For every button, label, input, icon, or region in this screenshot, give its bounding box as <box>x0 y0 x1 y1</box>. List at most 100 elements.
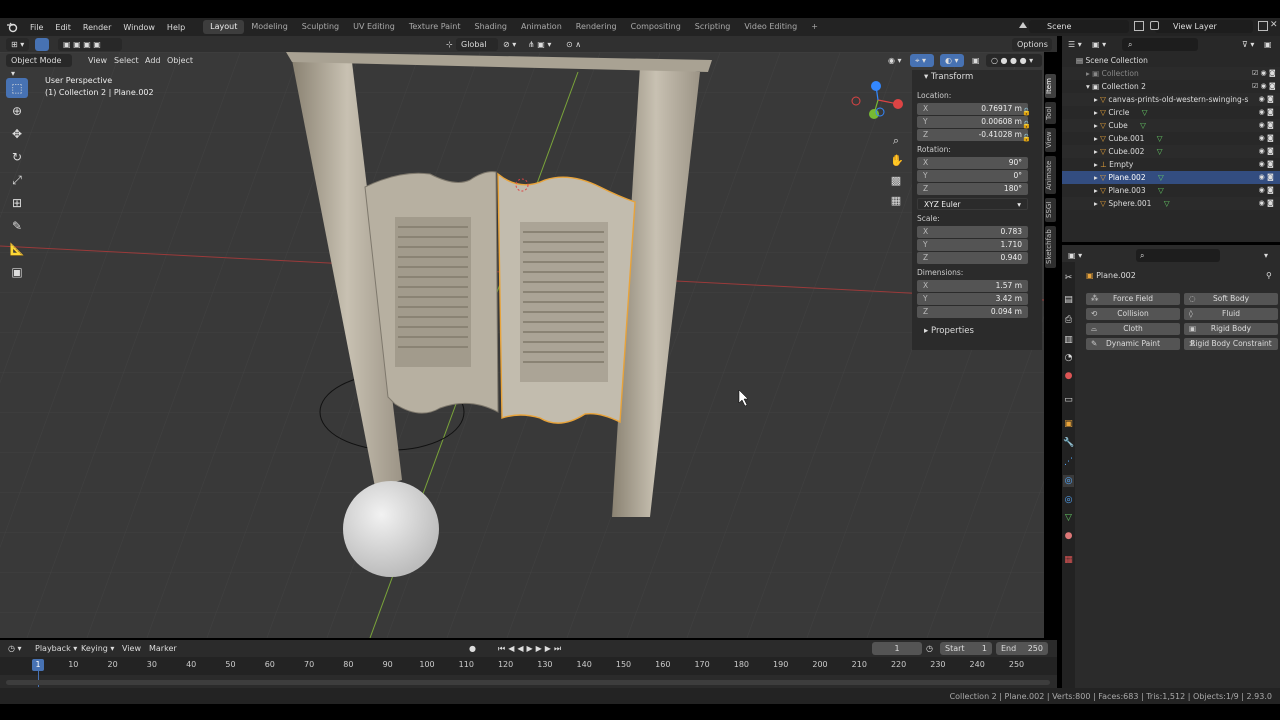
menu-add[interactable]: Add <box>145 54 161 67</box>
timeline-view-menu[interactable]: View <box>122 642 141 655</box>
visibility-icon[interactable]: ◉ ▾ <box>888 54 902 67</box>
tab-tool[interactable]: Tool <box>1045 102 1056 124</box>
outliner-row-selected[interactable]: ▸ ▽ Plane.002 ▽ <box>1062 171 1280 184</box>
menu-help[interactable]: Help <box>161 23 191 32</box>
particles-tab-icon[interactable]: ⋰ <box>1063 456 1074 468</box>
outliner-row[interactable]: ▸ ▽ Cube.002 ▽ <box>1062 145 1280 158</box>
tab-ssgi[interactable]: SSGI <box>1045 198 1056 222</box>
pan-icon[interactable]: ✋ <box>890 151 904 171</box>
record-icon[interactable]: ● <box>469 642 476 655</box>
outliner-scene-collection[interactable]: ▤ Scene Collection <box>1062 54 1280 67</box>
tab-modeling[interactable]: Modeling <box>244 20 294 34</box>
checkbox-icon[interactable]: ☑ ◉ ◙ <box>1252 67 1276 80</box>
eye-icon[interactable]: ◉ ◙ <box>1252 132 1276 145</box>
selection-mode-buttons[interactable]: ▣ ▣ ▣ ▣ <box>58 38 122 51</box>
eye-icon[interactable]: ◉ ◙ <box>1252 119 1276 132</box>
eye-icon[interactable]: ◉ ◙ <box>1252 197 1276 210</box>
output-tab-icon[interactable]: ⎙ <box>1063 314 1074 326</box>
collection-tab-icon[interactable]: ▭ <box>1063 394 1074 406</box>
eye-icon[interactable]: ◉ ◙ <box>1252 93 1276 106</box>
render-tab-icon[interactable]: ▤ <box>1063 294 1074 306</box>
location-z-field[interactable]: Z -0.41028 m <box>917 129 1028 141</box>
annotate-tool-icon[interactable]: ✎ <box>6 216 28 236</box>
eye-icon[interactable]: ◉ ◙ <box>1252 158 1276 171</box>
view-layer-tab-icon[interactable]: ▥ <box>1063 334 1074 346</box>
properties-editor-icon[interactable]: ▣ ▾ <box>1068 249 1082 262</box>
current-frame-field[interactable]: 1 <box>872 642 922 655</box>
outliner-row[interactable]: ▸ ▽ Cube ▽ <box>1062 119 1280 132</box>
tool-tab-icon[interactable]: ✂ <box>1063 272 1074 284</box>
properties-search-input[interactable] <box>1136 249 1220 262</box>
ortho-toggle-icon[interactable]: ▦ <box>890 191 902 211</box>
menu-view[interactable]: View <box>88 54 107 67</box>
tab-item[interactable]: Item <box>1045 74 1056 98</box>
view-layer-selector[interactable]: View Layer <box>1155 20 1253 33</box>
new-collection-icon[interactable]: ▣ <box>1264 38 1272 51</box>
new-view-layer-icon[interactable] <box>1258 21 1268 31</box>
eye-icon[interactable]: ◉ ◙ <box>1252 145 1276 158</box>
measure-tool-icon[interactable]: 📐 <box>6 239 28 259</box>
scale-y-field[interactable]: Y 1.710 <box>917 239 1028 251</box>
lock-icon[interactable]: 🔓 <box>1022 106 1031 119</box>
tab-uv-editing[interactable]: UV Editing <box>346 20 402 34</box>
pin-icon[interactable]: ⚲ <box>1266 269 1272 282</box>
menu-render[interactable]: Render <box>77 23 117 32</box>
rotation-mode-select[interactable]: XYZ Euler ▾ <box>917 198 1028 210</box>
lock-icon[interactable]: 🔓 <box>1022 119 1031 132</box>
transform-header[interactable]: ▾ Transform <box>912 70 1042 84</box>
fluid-button[interactable]: ◊ Fluid <box>1184 308 1278 320</box>
menu-file[interactable]: File <box>24 23 49 32</box>
outliner-row[interactable]: ▸ ▽ canvas-prints-old-western-swinging-s <box>1062 93 1280 106</box>
tab-animate[interactable]: Animate <box>1045 156 1056 194</box>
proportional-edit-icon[interactable]: ⊙ ∧ <box>566 38 581 51</box>
soft-body-button[interactable]: ◌ Soft Body <box>1184 293 1278 305</box>
add-workspace-button[interactable]: + <box>804 20 825 34</box>
transform-orientation[interactable]: Global ▾ <box>456 38 498 62</box>
select-box-icon[interactable] <box>35 38 49 51</box>
timeline-editor-icon[interactable]: ◷ ▾ <box>8 642 22 655</box>
shading-mode-icons[interactable]: ○ ● ● ● ▾ <box>986 54 1042 67</box>
editor-type-button[interactable]: ⊞ ▾ <box>6 38 30 51</box>
outliner-row[interactable]: ▸ ▽ Sphere.001 ▽ <box>1062 197 1280 210</box>
tab-video-editing[interactable]: Video Editing <box>737 20 804 34</box>
outliner-row[interactable]: ▸ ▣ Collection <box>1062 67 1280 80</box>
marker-menu[interactable]: Marker <box>149 642 177 655</box>
overlay-toggle-icon[interactable]: ◐ ▾ <box>940 54 964 67</box>
lock-icon[interactable]: 🔓 <box>1022 132 1031 145</box>
outliner-editor-icon[interactable]: ☰ ▾ <box>1068 38 1082 51</box>
transform-tool-icon[interactable]: ⊞ <box>6 193 28 213</box>
new-scene-icon[interactable] <box>1134 21 1144 31</box>
force-field-button[interactable]: ⁂ Force Field <box>1086 293 1180 305</box>
camera-view-icon[interactable]: ▩ <box>890 171 902 191</box>
cloth-button[interactable]: ⌓ Cloth <box>1086 323 1180 335</box>
scene-selector[interactable]: Scene <box>1029 20 1129 33</box>
outliner-row[interactable]: ▸ ⊥ Empty <box>1062 158 1280 171</box>
texture-tab-icon[interactable]: ▦ <box>1063 554 1074 566</box>
menu-object[interactable]: Object <box>167 54 193 67</box>
rotate-tool-icon[interactable]: ↻ <box>6 147 28 167</box>
constraints-tab-icon[interactable]: ◎ <box>1063 494 1074 506</box>
scale-x-field[interactable]: X 0.783 <box>917 226 1028 238</box>
move-tool-icon[interactable]: ✥ <box>6 124 28 144</box>
dimension-y-field[interactable]: Y 3.42 m <box>917 293 1028 305</box>
outliner-row[interactable]: ▸ ▽ Circle ▽ <box>1062 106 1280 119</box>
display-mode-icon[interactable]: ▣ ▾ <box>1092 38 1106 51</box>
rigid-body-constraint-button[interactable]: ⧖ Rigid Body Constraint <box>1184 338 1278 350</box>
filter-icon[interactable]: ⊽ ▾ <box>1242 38 1254 51</box>
options-button[interactable]: Options ▾ <box>1012 38 1052 62</box>
data-tab-icon[interactable]: ▽ <box>1063 512 1074 524</box>
menu-select[interactable]: Select <box>114 54 139 67</box>
physics-tab-icon[interactable]: ◎ <box>1063 475 1074 487</box>
scale-z-field[interactable]: Z 0.940 <box>917 252 1028 264</box>
object-tab-icon[interactable]: ▣ <box>1063 418 1074 430</box>
pivot-icon[interactable]: ⊘ ▾ <box>503 38 516 51</box>
gizmo-toggle-icon[interactable]: ⌖ ▾ <box>910 54 934 67</box>
menu-window[interactable]: Window <box>117 23 161 32</box>
rotation-z-field[interactable]: Z 180° <box>917 183 1028 195</box>
eye-icon[interactable]: ◉ ◙ <box>1252 184 1276 197</box>
tab-view[interactable]: View <box>1045 128 1056 152</box>
zoom-icon[interactable]: ⌕ <box>890 131 902 151</box>
outliner-search-input[interactable] <box>1122 38 1198 51</box>
tab-texture-paint[interactable]: Texture Paint <box>402 20 468 34</box>
playback-menu[interactable]: Playback ▾ <box>35 642 77 655</box>
